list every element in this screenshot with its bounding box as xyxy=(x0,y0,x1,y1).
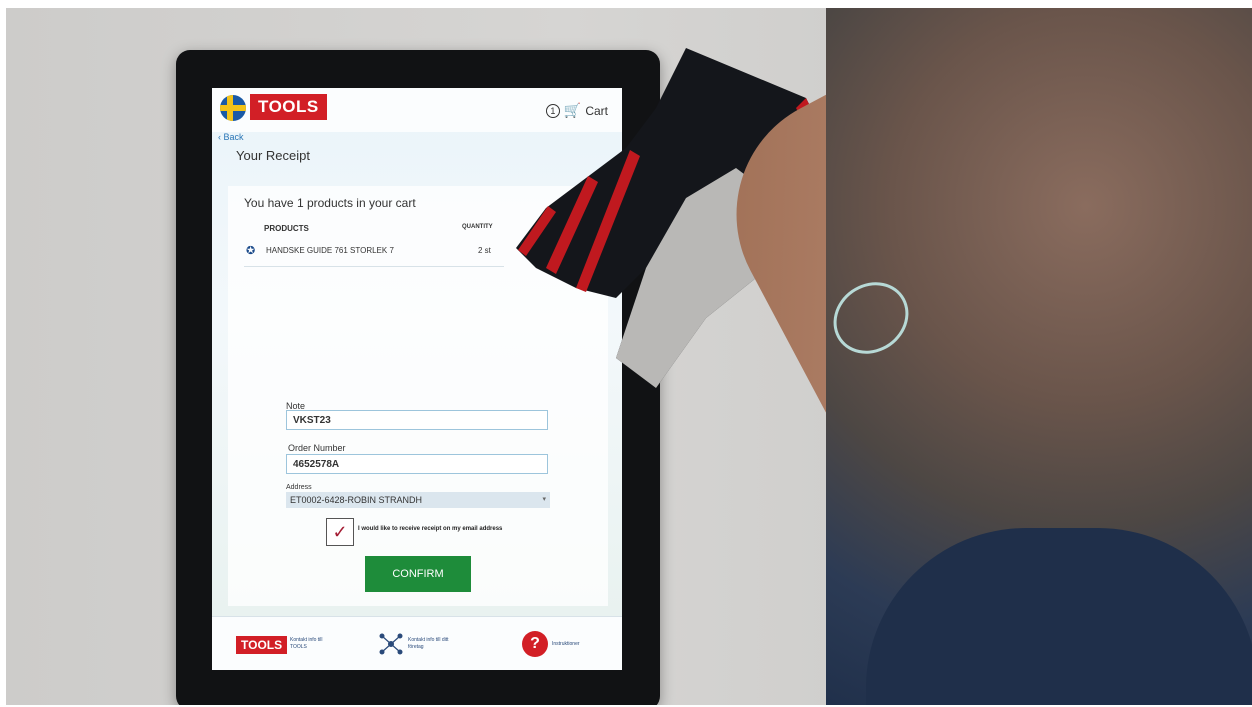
confirm-button[interactable]: CONFIRM xyxy=(365,556,471,592)
contact-company-link[interactable]: Kontakt info till ditt företag xyxy=(408,637,456,651)
help-icon[interactable]: ? xyxy=(522,631,548,657)
email-receipt-label: I would like to receive receipt on my em… xyxy=(358,526,503,532)
back-link[interactable]: ‹ Back xyxy=(218,132,244,142)
chevron-down-icon: ▾ xyxy=(542,496,546,503)
address-select[interactable]: ET0002-6428-ROBIN STRANDH ▾ xyxy=(286,492,550,508)
glove-product-icon: ✪ xyxy=(246,245,256,257)
footer: TOOLS Kontakt info till TOOLS Kontakt in… xyxy=(212,616,622,670)
page-title: Your Receipt xyxy=(236,148,310,163)
product-name: HANDSKE GUIDE 761 STORLEK 7 xyxy=(266,246,394,255)
contact-tools-link[interactable]: Kontakt info till TOOLS xyxy=(290,637,338,651)
email-receipt-checkbox[interactable]: ✓ xyxy=(326,518,354,546)
tools-logo[interactable]: TOOLS xyxy=(250,94,327,120)
products-header: PRODUCTS xyxy=(264,224,309,233)
network-icon[interactable] xyxy=(378,631,404,657)
address-label: Address xyxy=(286,484,312,491)
footer-tools-logo[interactable]: TOOLS xyxy=(236,636,288,654)
product-quantity: 2 st xyxy=(478,246,491,255)
sweden-flag-icon xyxy=(220,95,246,121)
quantity-header: QUANTITY xyxy=(462,224,493,230)
note-field[interactable]: VKST23 xyxy=(286,410,548,430)
instructions-link[interactable]: Instruktioner xyxy=(552,641,600,648)
order-number-label: Order Number xyxy=(288,443,346,453)
order-number-field[interactable]: 4652578A xyxy=(286,454,548,474)
photo-background: TOOLS 1 🛒 Cart ‹ Back Your Receipt You h… xyxy=(6,8,1252,705)
table-row: ✪ HANDSKE GUIDE 761 STORLEK 7 2 st xyxy=(244,242,504,267)
cart-summary: You have 1 products in your cart xyxy=(244,196,416,210)
address-value: ET0002-6428-ROBIN STRANDH xyxy=(290,495,423,505)
